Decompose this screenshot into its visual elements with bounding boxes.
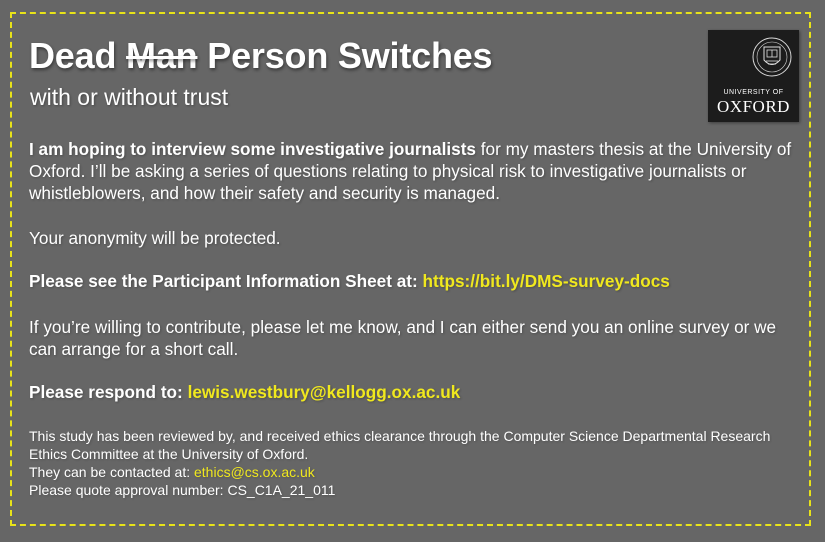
info-sheet-label: Please see the Participant Information S… (29, 271, 418, 291)
approval-number-text: Please quote approval number: CS_C1A_21_… (29, 482, 336, 498)
title-word-dead: Dead (29, 35, 117, 76)
university-logo: UNIVERSITY OF OXFORD (708, 30, 799, 122)
anonymity-paragraph: Your anonymity will be protected. (29, 228, 281, 248)
info-sheet-link[interactable]: https://bit.ly/DMS-survey-docs (423, 271, 670, 291)
respond-email-link[interactable]: lewis.westbury@kellogg.ox.ac.uk (188, 382, 461, 402)
ethics-contact-label: They can be contacted at: (29, 464, 191, 480)
respond-paragraph: Please respond to: lewis.westbury@kellog… (29, 381, 804, 403)
logo-university-of: UNIVERSITY OF (723, 89, 784, 96)
logo-oxford: OXFORD (717, 97, 790, 116)
ethics-contact-email[interactable]: ethics@cs.ox.ac.uk (194, 464, 315, 480)
respond-label: Please respond to: (29, 382, 183, 402)
ethics-contact-line: They can be contacted at: ethics@cs.ox.a… (29, 463, 804, 481)
intro-paragraph: I am hoping to interview some investigat… (29, 138, 804, 204)
title-struck-word: Man (126, 35, 198, 76)
contribute-paragraph: If you’re willing to contribute, please … (29, 317, 777, 359)
crest-icon (752, 37, 792, 77)
page-title: Dead Man Person Switches (29, 34, 493, 78)
ethics-footer: This study has been reviewed by, and rec… (29, 427, 804, 499)
intro-bold: I am hoping to interview some investigat… (29, 139, 476, 159)
ethics-review-text: This study has been reviewed by, and rec… (29, 428, 771, 462)
page-subtitle: with or without trust (30, 84, 229, 110)
title-rest: Person Switches (207, 35, 493, 76)
info-sheet-paragraph: Please see the Participant Information S… (29, 270, 804, 292)
